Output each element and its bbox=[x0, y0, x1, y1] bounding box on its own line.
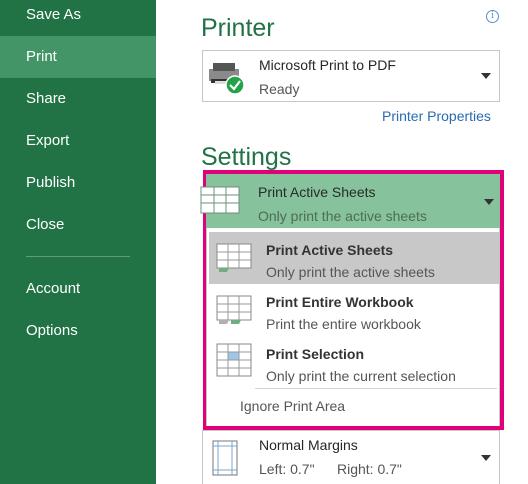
nav-print[interactable]: Print bbox=[0, 36, 156, 78]
printer-heading: Printer bbox=[201, 14, 275, 42]
menu-divider bbox=[255, 388, 497, 389]
option-title: Print Entire Workbook bbox=[266, 294, 414, 310]
ignore-print-area-option[interactable]: Ignore Print Area bbox=[240, 398, 345, 414]
margins-icon bbox=[212, 440, 238, 476]
margins-select[interactable]: Normal Margins Left: 0.7" Right: 0.7" bbox=[202, 430, 500, 484]
nav-options[interactable]: Options bbox=[0, 310, 156, 352]
selected-option-title: Print Active Sheets bbox=[258, 184, 376, 200]
backstage-nav: Save As Print Share Export Publish Close… bbox=[0, 0, 156, 484]
print-scope-select[interactable]: Print Active Sheets Only print the activ… bbox=[200, 174, 500, 228]
nav-export[interactable]: Export bbox=[0, 120, 156, 162]
printer-icon bbox=[209, 63, 245, 95]
printer-select[interactable]: Microsoft Print to PDF Ready bbox=[202, 50, 500, 102]
print-panel: Printer i Microsoft Print to PDF Ready P… bbox=[156, 0, 528, 484]
info-icon[interactable]: i bbox=[486, 10, 499, 23]
nav-share[interactable]: Share bbox=[0, 78, 156, 120]
selected-option-desc: Only print the active sheets bbox=[258, 208, 427, 224]
nav-close[interactable]: Close bbox=[0, 204, 156, 246]
nav-save-as[interactable]: Save As bbox=[0, 0, 156, 36]
workbook-icon bbox=[216, 295, 252, 324]
option-print-active-sheets[interactable]: Print Active Sheets Only print the activ… bbox=[209, 232, 499, 284]
printer-name: Microsoft Print to PDF bbox=[259, 57, 396, 73]
nav-account[interactable]: Account bbox=[0, 268, 156, 310]
print-scope-menu: Print Active Sheets Only print the activ… bbox=[206, 228, 500, 426]
option-title: Print Active Sheets bbox=[266, 242, 394, 258]
chevron-down-icon bbox=[481, 455, 491, 461]
selection-icon bbox=[216, 343, 252, 377]
margins-title: Normal Margins bbox=[259, 437, 358, 453]
active-sheets-icon bbox=[216, 243, 252, 272]
printer-properties-link[interactable]: Printer Properties bbox=[382, 108, 491, 124]
option-print-entire-workbook[interactable]: Print Entire Workbook Print the entire w… bbox=[209, 284, 499, 336]
printer-status: Ready bbox=[259, 81, 300, 97]
margins-left: Left: 0.7" bbox=[259, 461, 315, 477]
option-desc: Print the entire workbook bbox=[266, 316, 421, 332]
settings-heading: Settings bbox=[201, 143, 292, 171]
option-desc: Only print the current selection bbox=[266, 368, 456, 384]
margins-right: Right: 0.7" bbox=[337, 461, 402, 477]
option-print-selection[interactable]: Print Selection Only print the current s… bbox=[209, 336, 499, 388]
sheets-icon bbox=[200, 186, 240, 214]
option-desc: Only print the active sheets bbox=[266, 264, 435, 280]
nav-publish[interactable]: Publish bbox=[0, 162, 156, 204]
option-title: Print Selection bbox=[266, 346, 365, 362]
nav-divider bbox=[26, 256, 130, 257]
chevron-down-icon bbox=[481, 73, 491, 79]
chevron-down-icon bbox=[484, 199, 494, 205]
